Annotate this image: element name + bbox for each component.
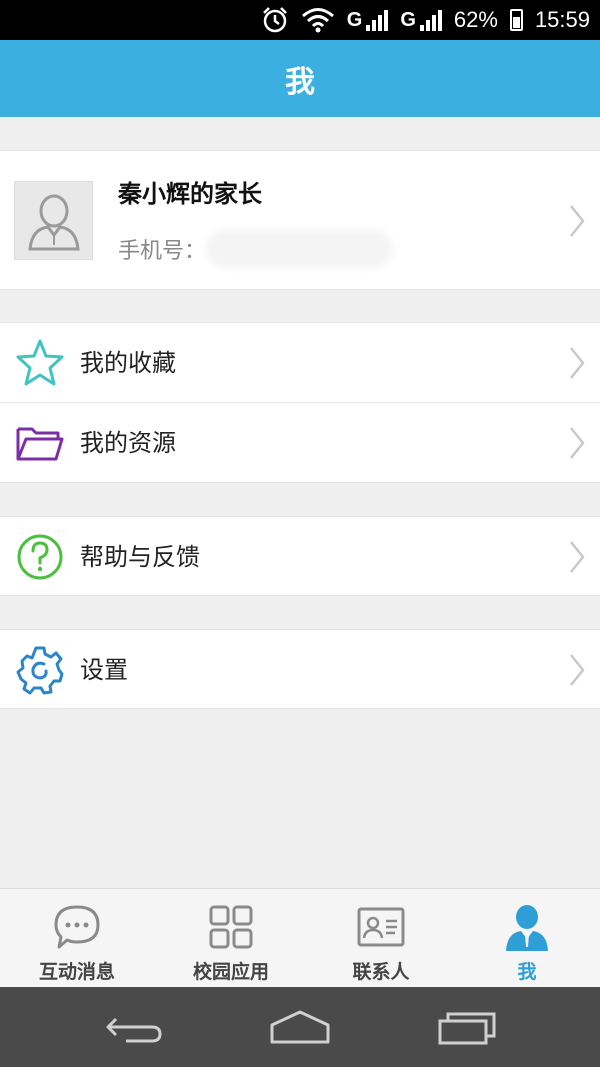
alarm-icon — [262, 7, 287, 33]
status-bar: G G 62% 15:59 — [0, 0, 600, 40]
folder-icon — [16, 427, 64, 461]
menu-label-settings: 设置 — [80, 656, 128, 684]
clock: 15:59 — [534, 7, 590, 32]
gear-icon — [16, 646, 64, 695]
app-header: 我 — [0, 40, 600, 117]
battery-percent: 62% — [453, 7, 498, 32]
menu-label-help: 帮助与反馈 — [80, 543, 200, 571]
avatar — [14, 181, 93, 260]
tab-campus-apps[interactable]: 校园应用 — [156, 889, 306, 988]
phone-number-redacted — [212, 236, 388, 262]
wifi-icon — [301, 8, 334, 33]
person-icon — [506, 905, 548, 951]
profile-phone: 手机号： — [118, 233, 388, 265]
profile-name: 秦小辉的家长 — [118, 180, 262, 208]
chevron-right-icon — [570, 427, 585, 459]
tab-label: 联系人 — [352, 961, 410, 983]
home-icon[interactable] — [268, 1007, 332, 1047]
chevron-right-icon — [570, 205, 585, 237]
system-nav-bar — [0, 987, 600, 1067]
tab-label: 互动消息 — [38, 961, 115, 983]
phone-label: 手机号： — [118, 239, 207, 264]
help-question-icon — [17, 534, 63, 580]
battery-icon — [509, 9, 523, 31]
recent-apps-icon[interactable] — [436, 1007, 500, 1047]
contact-card-icon — [357, 907, 405, 947]
chevron-right-icon — [570, 541, 585, 573]
tab-messages[interactable]: 互动消息 — [2, 889, 152, 988]
bottom-tab-bar: 互动消息 校园应用 联系人 我 — [0, 888, 600, 987]
profile-card[interactable] — [0, 150, 600, 290]
tab-contacts[interactable]: 联系人 — [306, 889, 456, 988]
menu-item-favorites[interactable]: 我的收藏 — [0, 322, 600, 402]
signal-sim2-icon: G — [400, 9, 442, 31]
chevron-right-icon — [570, 347, 585, 379]
page-title: 我 — [285, 64, 315, 100]
signal-sim1-icon: G — [347, 9, 389, 31]
menu-label-favorites: 我的收藏 — [80, 349, 176, 377]
tab-label: 校园应用 — [192, 961, 269, 983]
default-avatar-icon — [27, 194, 80, 250]
menu-item-settings[interactable]: 设置 — [0, 629, 600, 709]
tab-label: 我 — [517, 961, 537, 983]
grid-apps-icon — [209, 905, 253, 949]
back-icon[interactable] — [102, 1007, 166, 1047]
chat-bubble-icon — [54, 905, 100, 949]
menu-label-resources: 我的资源 — [80, 429, 176, 457]
star-icon — [16, 339, 64, 386]
chevron-right-icon — [570, 654, 585, 686]
menu-item-help[interactable]: 帮助与反馈 — [0, 516, 600, 596]
tab-me[interactable]: 我 — [452, 889, 600, 988]
menu-item-resources[interactable]: 我的资源 — [0, 403, 600, 483]
